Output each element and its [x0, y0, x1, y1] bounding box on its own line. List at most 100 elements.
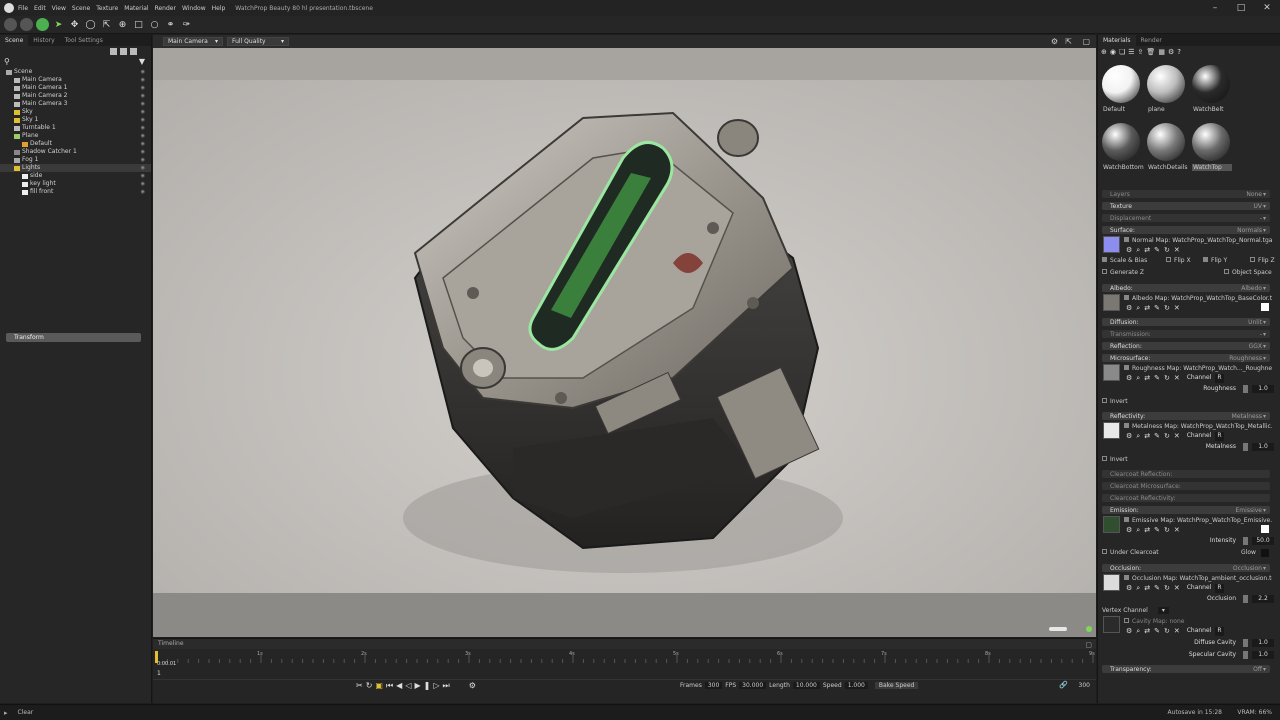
roughness-slider-value[interactable]: 1.0 — [1252, 385, 1274, 393]
roughness-slider-handle[interactable] — [1243, 385, 1248, 393]
specular-cavity-slider-handle[interactable] — [1243, 651, 1248, 659]
play-icon[interactable]: ▶ — [414, 681, 420, 691]
albedo-map[interactable]: Albedo Map: WatchProp_WatchTop_BaseColor… — [1124, 295, 1272, 302]
camera-mode-icon[interactable] — [20, 18, 33, 31]
tree-item[interactable]: Shadow Catcher 1 ◉ — [0, 148, 151, 156]
reverse-icon[interactable]: ◁ — [405, 681, 411, 691]
new-material-icon[interactable]: ⊕ — [1101, 48, 1107, 56]
transmission-section-dropdown[interactable]: -▾ — [1260, 331, 1266, 338]
occlusion-map-thumbnail[interactable] — [1103, 574, 1120, 591]
metalness-map-thumbnail[interactable] — [1103, 422, 1120, 439]
channel-dropdown[interactable]: R — [1215, 627, 1224, 636]
intensity-slider[interactable]: Intensity 50.0 — [1102, 537, 1274, 545]
playhead[interactable] — [155, 651, 158, 663]
tab-history[interactable]: History — [28, 35, 59, 46]
search-icon[interactable]: ⌕ — [1136, 304, 1140, 313]
refresh-icon[interactable]: ↻ — [1164, 584, 1170, 593]
viewport-settings-icon[interactable]: ⚙ — [1051, 37, 1058, 46]
occlusion-slider-handle[interactable] — [1243, 595, 1248, 603]
menu-edit[interactable]: Edit — [34, 5, 46, 12]
close-icon[interactable]: ✕ — [1174, 304, 1180, 313]
visibility-icon[interactable]: ◉ — [141, 140, 145, 148]
edit-icon[interactable]: ✎ — [1154, 432, 1160, 441]
visibility-icon[interactable]: ◉ — [141, 132, 145, 140]
cavity-map[interactable]: Cavity Map: none — [1124, 618, 1184, 625]
tab-tool-settings[interactable]: Tool Settings — [60, 35, 108, 46]
metalness-invert-checkbox[interactable]: Invert — [1102, 456, 1128, 463]
metalness-slider-value[interactable]: 1.0 — [1252, 443, 1274, 451]
tree-item[interactable]: Turntable 1 ◉ — [0, 124, 151, 132]
tree-item[interactable]: Lights ◉ — [0, 164, 151, 172]
tree-item[interactable]: Main Camera 3 ◉ — [0, 100, 151, 108]
diffusion-section-dropdown[interactable]: Unlit▾ — [1248, 319, 1266, 326]
close-icon[interactable]: ✕ — [1174, 432, 1180, 441]
duplicate-material-icon[interactable]: ❏ — [1119, 48, 1125, 56]
visibility-icon[interactable]: ◉ — [141, 68, 145, 76]
search-icon[interactable]: ⌕ — [1136, 246, 1140, 255]
reflection-section[interactable]: Reflection: GGX▾ — [1102, 342, 1270, 350]
menu-texture[interactable]: Texture — [96, 5, 118, 12]
frames-field[interactable]: 300 — [704, 682, 723, 689]
tree-item[interactable]: Sky 1 ◉ — [0, 116, 151, 124]
clear-log-button[interactable]: Clear — [18, 709, 34, 716]
visibility-icon[interactable]: ◉ — [141, 116, 145, 124]
specular-cavity-slider[interactable]: Specular Cavity 1.0 — [1102, 651, 1274, 659]
menu-file[interactable]: File — [18, 5, 28, 12]
occlusion-section-dropdown[interactable]: Occlusion▾ — [1233, 565, 1266, 572]
refresh-icon[interactable]: ↻ — [1164, 246, 1170, 255]
pause-icon[interactable]: ❚ — [424, 681, 431, 691]
albedo-color-swatch[interactable] — [1261, 303, 1269, 311]
roughness-invert-checkbox[interactable]: Invert — [1102, 398, 1128, 405]
minimize-icon[interactable]: – — [1202, 0, 1228, 16]
refresh-icon[interactable]: ↻ — [1164, 374, 1170, 383]
search-icon[interactable]: ⌕ — [1136, 432, 1140, 441]
viewport-options-icon[interactable]: ⇱ — [1065, 37, 1072, 46]
visibility-icon[interactable]: ◉ — [141, 124, 145, 132]
edit-icon[interactable]: ✎ — [1154, 627, 1160, 636]
loop-icon[interactable]: ↻ — [366, 681, 373, 691]
emissive-color-swatch[interactable] — [1261, 525, 1269, 533]
layers-section-dropdown[interactable]: None▾ — [1246, 191, 1266, 198]
refresh-icon[interactable]: ↻ — [1164, 526, 1170, 535]
reflectivity-section-dropdown[interactable]: Metalness▾ — [1232, 413, 1266, 420]
clearcoat-reflectivity-section[interactable]: Clearcoat Reflectivity: — [1102, 494, 1270, 502]
visibility-icon[interactable]: ◉ — [141, 164, 145, 172]
swap-icon[interactable]: ⇄ — [1144, 584, 1150, 593]
swap-icon[interactable]: ⇄ — [1144, 304, 1150, 313]
emissive-map[interactable]: Emissive Map: WatchProp_WatchTop_Emissiv… — [1124, 517, 1272, 524]
tree-item[interactable]: Main Camera ◉ — [0, 76, 151, 84]
scale-bias-checkbox[interactable]: Scale & Bias — [1102, 257, 1147, 264]
speed-field[interactable]: 1.000 — [844, 682, 868, 689]
specular-cavity-slider-value[interactable]: 1.0 — [1252, 651, 1274, 659]
clearcoat-reflection-section[interactable]: Clearcoat Reflection: — [1102, 470, 1270, 478]
refresh-icon[interactable]: ↻ — [1164, 432, 1170, 441]
search-icon[interactable]: ⌕ — [1136, 627, 1140, 636]
menu-material[interactable]: Material — [124, 5, 148, 12]
visibility-icon[interactable]: ◉ — [141, 156, 145, 164]
add-object-icon[interactable] — [110, 47, 117, 55]
swap-icon[interactable]: ⇄ — [1144, 246, 1150, 255]
settings-icon[interactable]: ⚙ — [1126, 304, 1132, 313]
metalness-slider[interactable]: Metalness 1.0 — [1102, 443, 1274, 451]
material-settings-icon[interactable]: ⚙ — [1168, 48, 1174, 56]
material-thumbnail[interactable]: WatchDetails — [1147, 123, 1187, 171]
diffuse-cavity-slider-value[interactable]: 1.0 — [1252, 639, 1274, 647]
cavity-map-enable[interactable] — [1124, 618, 1129, 623]
material-thumbnail[interactable]: WatchTop — [1192, 123, 1232, 171]
keyframe-icon[interactable]: ▣ — [375, 681, 383, 691]
close-icon[interactable]: ✕ — [1174, 627, 1180, 636]
search-icon[interactable]: ⌕ — [1136, 584, 1140, 593]
swap-icon[interactable]: ⇄ — [1144, 374, 1150, 383]
settings-icon[interactable]: ⚙ — [1126, 374, 1132, 383]
material-thumbnail[interactable]: WatchBelt — [1192, 65, 1232, 113]
refresh-icon[interactable]: ↻ — [1164, 627, 1170, 636]
vertex-channel-dropdown[interactable]: Vertex Channel ▾ — [1102, 607, 1169, 614]
tree-item[interactable]: Scene ◉ — [0, 68, 151, 76]
tree-item[interactable]: Default ◉ — [0, 140, 151, 148]
material-thumbnail[interactable]: Default — [1102, 65, 1142, 113]
visibility-icon[interactable]: ◉ — [141, 188, 145, 196]
albedo-map-thumbnail[interactable] — [1103, 294, 1120, 311]
transparency-section[interactable]: Transparency: Off▾ — [1102, 665, 1270, 673]
occlusion-section[interactable]: Occlusion: Occlusion▾ — [1102, 564, 1270, 572]
flip-z-checkbox[interactable]: Flip Z — [1250, 257, 1275, 264]
